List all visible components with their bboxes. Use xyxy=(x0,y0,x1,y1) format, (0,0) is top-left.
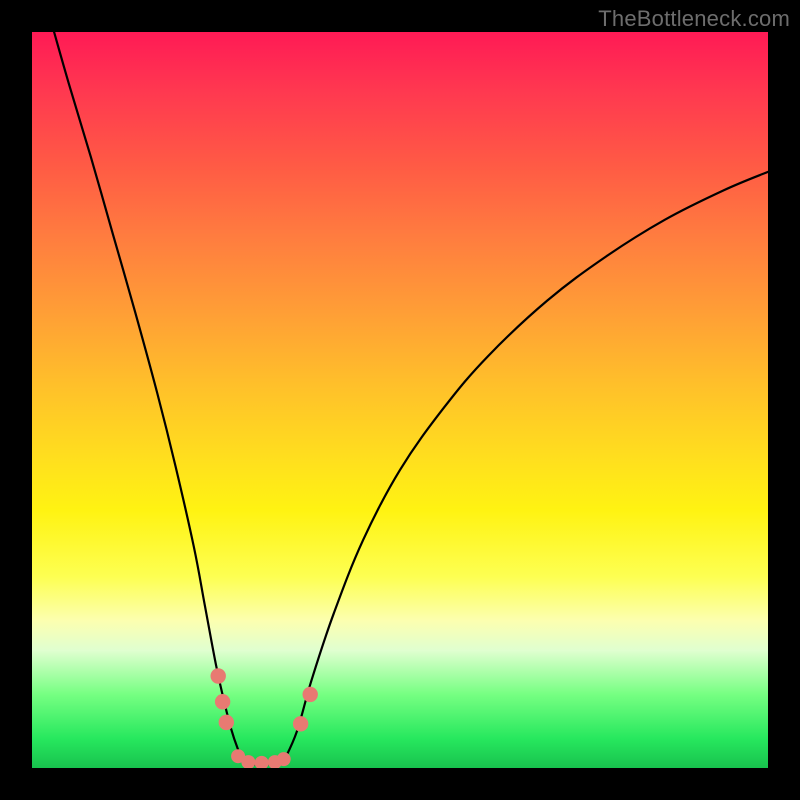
curve-left-branch xyxy=(54,32,244,762)
curve-marker xyxy=(255,756,269,768)
curve-layer xyxy=(32,32,768,768)
curve-marker xyxy=(215,694,230,709)
watermark-text: TheBottleneck.com xyxy=(598,6,790,32)
curve-markers xyxy=(211,668,318,768)
curve-right-branch xyxy=(284,172,768,762)
curve-marker xyxy=(277,752,291,766)
chart-frame: TheBottleneck.com xyxy=(0,0,800,800)
curve-marker xyxy=(293,716,308,731)
curve-marker xyxy=(303,687,318,702)
curve-marker xyxy=(219,715,234,730)
curve-marker xyxy=(211,668,226,683)
plot-area xyxy=(32,32,768,768)
